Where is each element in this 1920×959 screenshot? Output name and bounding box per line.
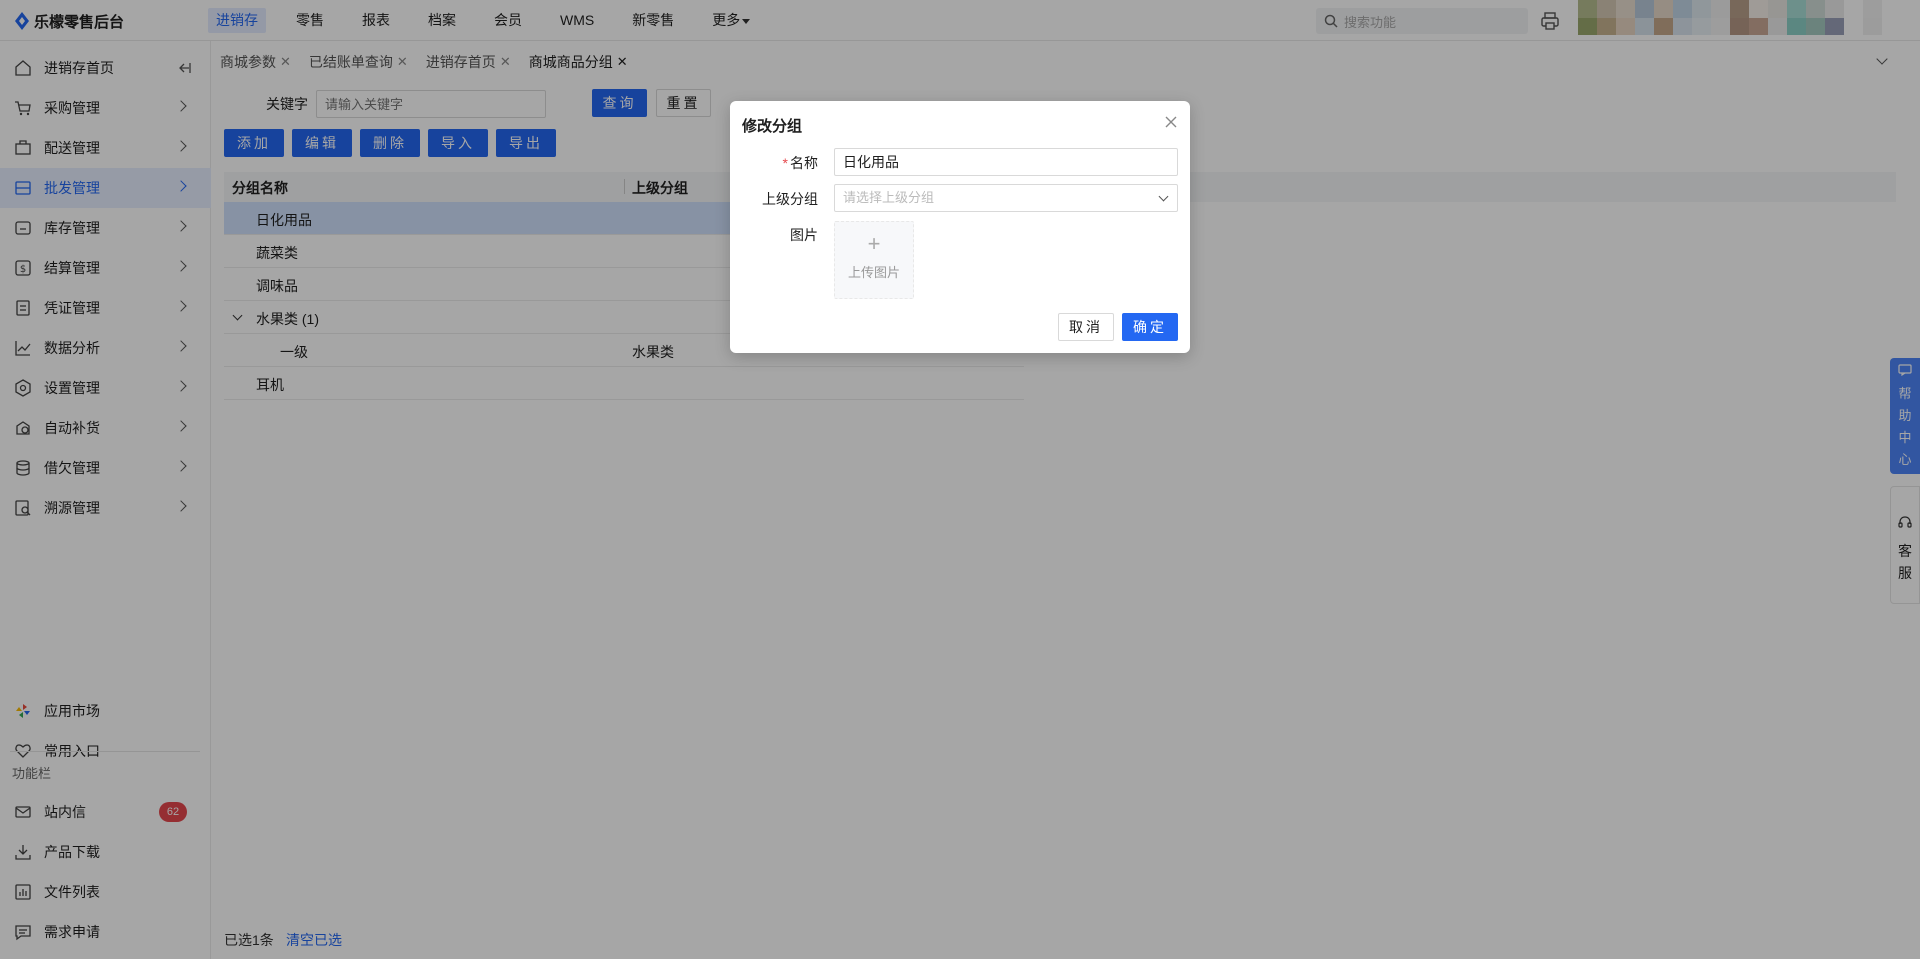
required-mark: * [782,155,788,171]
cancel-button[interactable]: 取消 [1058,313,1114,341]
image-label: 图片 [790,227,818,243]
parent-group-label: 上级分组 [762,191,818,207]
confirm-button[interactable]: 确定 [1122,313,1178,341]
parent-group-select[interactable]: 请选择上级分组 [834,184,1178,212]
parent-group-placeholder: 请选择上级分组 [843,190,935,205]
upload-label: 上传图片 [847,265,900,280]
name-label: * 名称 [758,153,818,173]
close-icon[interactable] [1164,115,1178,129]
edit-group-dialog: 修改分组 * 名称 日化用品 上级分组 请选择上级分组 图片 + 上传图片 取消 … [730,101,1190,353]
plus-icon: + [867,231,881,256]
name-label-text: 名称 [790,155,818,171]
dialog-title: 修改分组 [742,118,803,135]
image-upload[interactable]: + 上传图片 [834,221,914,299]
chevron-down-icon [1158,191,1169,202]
name-input[interactable]: 日化用品 [834,148,1178,176]
